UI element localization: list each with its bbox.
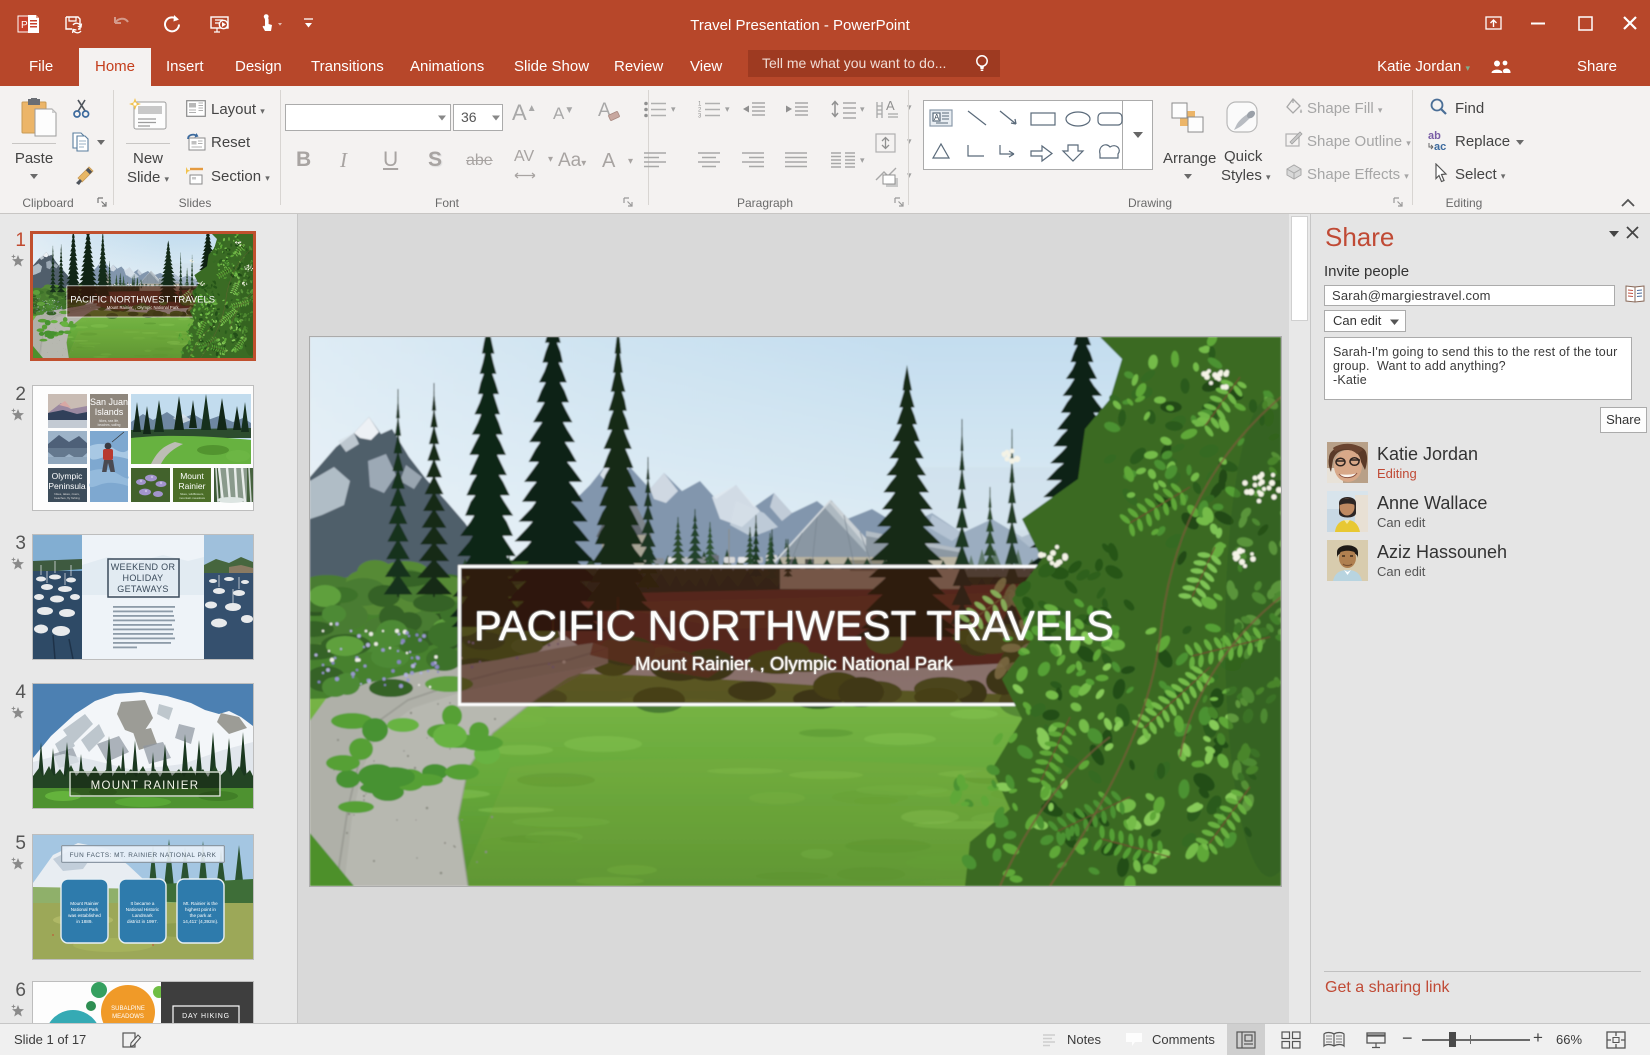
svg-text:GETAWAYS: GETAWAYS — [117, 584, 168, 594]
svg-text:MOUNT RAINIER: MOUNT RAINIER — [91, 780, 200, 792]
svg-text:district in 1997.: district in 1997. — [127, 919, 158, 924]
svg-text:3: 3 — [698, 114, 702, 119]
svg-text:Mount Rainier: Mount Rainier — [70, 901, 99, 906]
svg-text:beaches, fly fishing: beaches, fly fishing — [54, 496, 80, 500]
svg-text:National Park: National Park — [71, 907, 99, 912]
svg-text:FUN FACTS: MT. RAINIER NATIONA: FUN FACTS: MT. RAINIER NATIONAL PARK — [70, 852, 217, 859]
svg-text:in 1889.: in 1889. — [76, 919, 92, 924]
svg-text:A: A — [934, 113, 940, 122]
svg-text:was established: was established — [68, 913, 101, 918]
svg-text:beaches, sailing: beaches, sailing — [98, 423, 121, 427]
svg-text:WEEKEND OR: WEEKEND OR — [111, 562, 176, 572]
svg-text:SUBALPINE: SUBALPINE — [111, 1006, 145, 1012]
svg-text:ac: ac — [1434, 141, 1446, 151]
svg-text:MEADOWS: MEADOWS — [112, 1014, 144, 1020]
svg-text:Mount: Mount — [180, 471, 204, 481]
svg-text:Olympic: Olympic — [52, 471, 83, 481]
svg-text:Mount Rainier, , Olympic Natio: Mount Rainier, , Olympic National Park — [635, 653, 953, 674]
svg-text:It became a: It became a — [130, 901, 154, 906]
svg-text:Islands: Islands — [95, 407, 124, 417]
svg-text:DAY HIKING: DAY HIKING — [182, 1013, 230, 1020]
svg-text:Rainier: Rainier — [179, 481, 206, 491]
svg-text:the park at: the park at — [190, 913, 212, 918]
svg-text:Mt. Rainier is the: Mt. Rainier is the — [183, 901, 218, 906]
svg-text:A: A — [886, 98, 895, 113]
svg-text:14,411' (4,392m).: 14,411' (4,392m). — [183, 919, 219, 924]
svg-text:San Juan: San Juan — [90, 397, 128, 407]
svg-text:mountain meadows: mountain meadows — [179, 496, 206, 500]
svg-text:Peninsula: Peninsula — [48, 481, 86, 491]
svg-text:PACIFIC NORTHWEST TRAVELS: PACIFIC NORTHWEST TRAVELS — [474, 602, 1114, 649]
svg-text:P: P — [21, 20, 28, 31]
svg-text:highest point in: highest point in — [185, 907, 216, 912]
svg-text:HOLIDAY: HOLIDAY — [123, 573, 164, 583]
svg-text:National Historic: National Historic — [126, 907, 160, 912]
svg-text:Landmark: Landmark — [132, 913, 153, 918]
